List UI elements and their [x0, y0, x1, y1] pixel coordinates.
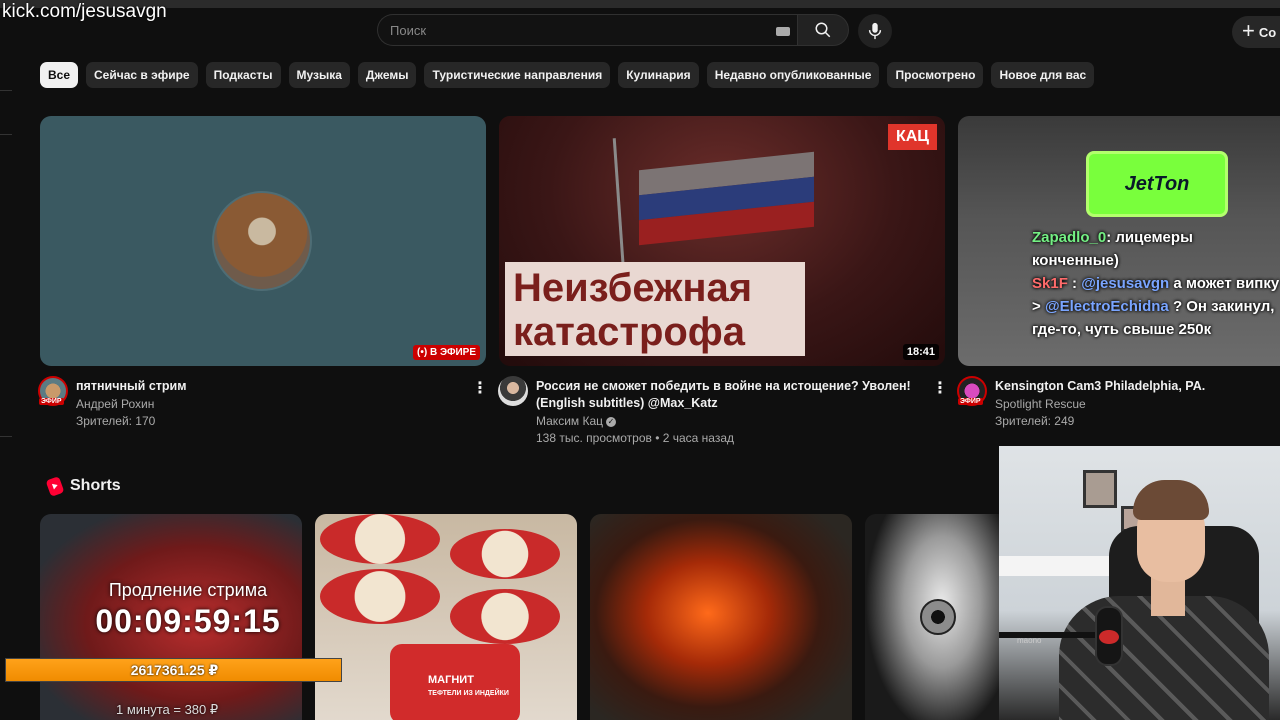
video-title[interactable]: пятничный стрим [76, 378, 186, 395]
thumbnail-caption: Неизбежная катастрофа [505, 262, 805, 356]
chip-all[interactable]: Все [40, 62, 79, 88]
wall-picture [1083, 470, 1117, 508]
can-label: МАГНИТ ТЕФТЕЛИ ИЗ ИНДЕЙКИ [390, 644, 520, 720]
create-button[interactable]: + Со [1232, 16, 1280, 48]
view-stats: 138 тыс. просмотров • 2 часа назад [536, 431, 735, 445]
thumbnail-caption-line: Неизбежная [513, 266, 753, 310]
microphone-icon [868, 22, 882, 40]
video-thumbnail-1[interactable]: (•) В ЭФИРЕ [40, 116, 486, 366]
search-button[interactable] [797, 14, 849, 46]
video-title-line: (English subtitles) @Max_Katz [536, 396, 718, 410]
product-name: ТЕФТЕЛИ ИЗ ИНДЕЙКИ [428, 690, 509, 697]
chip-live-now[interactable]: Сейчас в эфире [86, 62, 198, 88]
mic-arm [999, 632, 1104, 638]
live-badge-small: ЭФИР [958, 398, 983, 405]
channel-name-text: Максим Кац [536, 414, 604, 428]
can-image [320, 569, 440, 624]
chat-mention: @jesusavgn [1081, 275, 1170, 292]
video-thumbnail-3[interactable]: JetTon Zapadlo_0: лицемеры конченные) Sk… [958, 116, 1280, 366]
more-options-icon[interactable]: ⋮ [472, 378, 488, 398]
streamer-hair [1133, 480, 1209, 520]
chip-recently-uploaded[interactable]: Недавно опубликованные [706, 62, 880, 88]
channel-avatar[interactable] [498, 376, 528, 406]
shorts-heading: Shorts [45, 475, 121, 497]
viewer-count: Зрителей: 249 [995, 414, 1075, 428]
flag-image [639, 151, 814, 246]
more-options-icon[interactable]: ⋮ [932, 378, 948, 398]
channel-avatar-large [212, 191, 312, 291]
donation-amount: 2617361.25 ₽ [130, 662, 219, 678]
voice-search-button[interactable] [858, 14, 892, 48]
sidebar-edge [0, 134, 12, 135]
search-icon [815, 22, 831, 38]
shorts-title: Shorts [70, 477, 121, 494]
video-duration: 18:41 [902, 344, 939, 360]
sidebar-edge [0, 436, 12, 437]
subathon-label: Продление стрима [108, 580, 268, 600]
short-thumbnail-3[interactable] [590, 514, 852, 720]
verified-icon: ✓ [606, 416, 617, 427]
channel-name[interactable]: Максим Кац ✓ [536, 414, 617, 428]
chip-jams[interactable]: Джемы [357, 62, 417, 88]
chip-cooking[interactable]: Кулинария [618, 62, 699, 88]
short-thumbnail-2[interactable]: МАГНИТ ТЕФТЕЛИ ИЗ ИНДЕЙКИ [315, 514, 577, 720]
chip-podcasts[interactable]: Подкасты [205, 62, 281, 88]
chat-username: Zapadlo_0 [1032, 229, 1107, 246]
live-badge: (•) В ЭФИРЕ [413, 345, 480, 360]
sponsor-logo: JetTon [1086, 151, 1228, 217]
chat-username: Sk1F [1032, 275, 1068, 292]
can-image [320, 514, 440, 564]
donation-progress-bar: 2617361.25 ₽ [5, 658, 342, 682]
keyboard-icon[interactable] [776, 27, 790, 36]
stream-url-watermark: kick.com/jesusavgn [2, 1, 167, 22]
microphone-icon [1095, 606, 1123, 666]
plus-icon: + [1242, 18, 1255, 43]
brand-name: МАГНИТ [428, 674, 474, 686]
chip-new-to-you[interactable]: Новое для вас [991, 62, 1095, 88]
mic-brand: maono [1017, 636, 1042, 645]
browser-tab-strip [0, 0, 1280, 8]
bed-image [999, 556, 1119, 576]
video-title-line: Россия не сможет победить в войне на ист… [536, 379, 911, 393]
short-thumbnail-4[interactable] [865, 514, 1005, 720]
donation-rate: 1 минута = 380 ₽ [116, 702, 219, 717]
video-title[interactable]: Россия не сможет победить в войне на ист… [536, 378, 911, 412]
cat-eye [920, 599, 956, 635]
channel-name[interactable]: Андрей Рохин [76, 397, 154, 411]
filter-chips: Все Сейчас в эфире Подкасты Музыка Джемы… [40, 62, 1095, 88]
video-title[interactable]: Kensington Cam3 Philadelphia, PA. [995, 378, 1205, 395]
sidebar-edge [0, 90, 12, 91]
chip-music[interactable]: Музыка [288, 62, 350, 88]
chip-watched[interactable]: Просмотрено [887, 62, 984, 88]
chat-separator: : [1072, 275, 1078, 292]
streamer-webcam: maono [999, 446, 1280, 720]
subathon-timer: 00:09:59:15 [95, 603, 281, 639]
chat-mention: @ElectroEchidna [1044, 298, 1169, 315]
video-thumbnail-2[interactable]: КАЦ Неизбежная катастрофа 18:41 [499, 116, 945, 366]
stream-timer-overlay: Продление стрима 00:09:59:15 [68, 580, 308, 640]
search-input[interactable]: Поиск [377, 14, 797, 46]
chip-travel[interactable]: Туристические направления [424, 62, 611, 88]
can-image [450, 589, 560, 644]
create-label: Со [1258, 24, 1277, 40]
channel-name[interactable]: Spotlight Rescue [995, 397, 1086, 411]
search-placeholder: Поиск [390, 23, 427, 38]
brand-label: МАГНИТ ТЕФТЕЛИ ИЗ ИНДЕЙКИ [428, 674, 509, 698]
live-badge-small: ЭФИР [39, 398, 64, 405]
mic-logo [1099, 630, 1119, 644]
thumbnail-caption-line: катастрофа [513, 310, 746, 354]
channel-logo: КАЦ [887, 124, 937, 150]
stream-chat-overlay: Zapadlo_0: лицемеры конченные) Sk1F : @j… [1032, 226, 1280, 341]
shorts-icon [45, 475, 65, 497]
can-image [450, 529, 560, 579]
top-bar: Поиск + Со [0, 0, 1280, 56]
viewer-count: Зрителей: 170 [76, 414, 156, 428]
